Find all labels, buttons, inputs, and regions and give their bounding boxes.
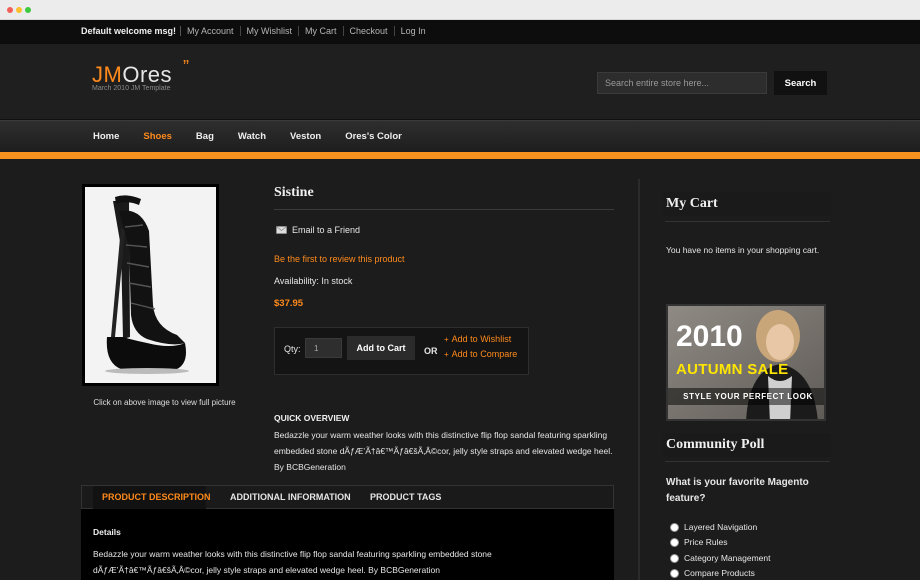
- cart-heading-rule: [665, 221, 830, 222]
- nav-item-ores-color[interactable]: Ores's Color: [345, 131, 402, 142]
- logo-quote-mark: ”: [183, 57, 189, 77]
- nav-item-shoes[interactable]: Shoes: [143, 131, 172, 142]
- checkout-link[interactable]: Checkout: [342, 26, 394, 36]
- poll-option-label: Layered Navigation: [684, 522, 758, 532]
- cart-empty-message: You have no items in your shopping cart.: [666, 245, 820, 255]
- review-link[interactable]: Be the first to review this product: [274, 254, 405, 264]
- my-wishlist-link[interactable]: My Wishlist: [239, 26, 299, 36]
- high-heel-shoe-image: [85, 187, 216, 383]
- search-input[interactable]: [597, 72, 767, 94]
- search-button[interactable]: Search: [774, 71, 827, 95]
- poll-option-layered-navigation[interactable]: Layered Navigation: [670, 522, 757, 532]
- radio-button[interactable]: [670, 568, 679, 578]
- main-content: Click on above image to view full pictur…: [0, 159, 920, 580]
- account-links: My Account My Wishlist My Cart Checkout …: [180, 26, 432, 36]
- quick-overview-heading: QUICK OVERVIEW: [274, 413, 350, 423]
- poll-option-price-rules[interactable]: Price Rules: [670, 537, 727, 547]
- details-heading: Details: [93, 527, 121, 537]
- add-to-cart-box: Qty: Add to Cart OR + Add to Wishlist + …: [274, 327, 529, 375]
- poll-option-label: Category Management: [684, 553, 771, 563]
- community-poll-heading: Community Poll: [666, 437, 765, 452]
- or-label: OR: [424, 346, 438, 356]
- add-to-compare-link[interactable]: + Add to Compare: [444, 349, 517, 359]
- poll-option-label: Price Rules: [684, 537, 728, 547]
- product-price: $37.95: [274, 298, 304, 309]
- qty-label: Qty:: [284, 344, 301, 354]
- logo-jm: JM: [92, 62, 123, 87]
- top-links-bar: Default welcome msg! My Account My Wishl…: [0, 20, 920, 44]
- email-to-friend-link[interactable]: Email to a Friend: [276, 225, 360, 235]
- quick-overview-text: Bedazzle your warm weather looks with th…: [274, 430, 613, 473]
- main-navigation: Home Shoes Bag Watch Veston Ores's Color: [0, 120, 920, 152]
- promo-year: 2010: [676, 320, 743, 353]
- logo-ores: Ores: [122, 62, 173, 87]
- poll-option-category-management[interactable]: Category Management: [670, 553, 770, 563]
- title-divider: [274, 209, 614, 210]
- log-in-link[interactable]: Log In: [393, 26, 432, 36]
- nav-menu: Home Shoes Bag Watch Veston Ores's Color: [93, 131, 426, 142]
- tab-product-description[interactable]: PRODUCT DESCRIPTION: [102, 492, 211, 502]
- tab-additional-information[interactable]: ADDITIONAL INFORMATION: [230, 492, 351, 502]
- my-account-link[interactable]: My Account: [180, 26, 240, 36]
- window-minimize-dot[interactable]: [16, 7, 22, 13]
- autumn-sale-banner[interactable]: 2010 AUTUMN SALE STYLE YOUR PERFECT LOOK: [666, 304, 826, 421]
- logo-tagline: March 2010 JM Template: [92, 85, 171, 92]
- poll-question: What is your favorite Magento feature?: [666, 477, 809, 504]
- poll-option-label: Compare Products: [684, 568, 755, 578]
- qty-input[interactable]: [305, 338, 342, 358]
- product-title: Sistine: [274, 185, 314, 200]
- add-to-cart-button[interactable]: Add to Cart: [347, 336, 415, 360]
- welcome-message: Default welcome msg!: [81, 26, 177, 36]
- radio-button[interactable]: [670, 537, 679, 547]
- nav-item-veston[interactable]: Veston: [290, 131, 321, 142]
- product-image[interactable]: [82, 184, 219, 386]
- details-text: Bedazzle your warm weather looks with th…: [93, 549, 492, 575]
- promo-tagline: STYLE YOUR PERFECT LOOK: [668, 388, 824, 405]
- tab-product-tags[interactable]: PRODUCT TAGS: [370, 492, 441, 502]
- product-tabs: PRODUCT DESCRIPTION ADDITIONAL INFORMATI…: [81, 485, 614, 510]
- envelope-icon: [276, 226, 287, 234]
- nav-item-bag[interactable]: Bag: [196, 131, 214, 142]
- promo-sale-title: AUTUMN SALE: [676, 361, 789, 378]
- availability-status: Availability: In stock: [274, 276, 353, 286]
- nav-item-home[interactable]: Home: [93, 131, 119, 142]
- tab-panel-description: Details Bedazzle your warm weather looks…: [81, 509, 614, 580]
- add-to-wishlist-label: Add to Wishlist: [451, 334, 512, 344]
- radio-button[interactable]: [670, 522, 679, 532]
- plus-icon: +: [444, 349, 449, 359]
- nav-item-watch[interactable]: Watch: [238, 131, 266, 142]
- plus-icon: +: [444, 334, 449, 344]
- window-close-dot[interactable]: [7, 7, 13, 13]
- add-to-wishlist-link[interactable]: + Add to Wishlist: [444, 334, 511, 344]
- site-header: JMOres ” March 2010 JM Template Search: [0, 44, 920, 120]
- store-page: Default welcome msg! My Account My Wishl…: [0, 20, 920, 580]
- my-cart-link[interactable]: My Cart: [298, 26, 343, 36]
- sidebar-divider: [638, 179, 640, 580]
- my-cart-heading: My Cart: [666, 196, 718, 211]
- window-maximize-dot[interactable]: [25, 7, 31, 13]
- image-caption: Click on above image to view full pictur…: [93, 398, 236, 407]
- poll-heading-rule: [665, 461, 830, 462]
- add-to-compare-label: Add to Compare: [451, 349, 518, 359]
- radio-button[interactable]: [670, 553, 679, 563]
- poll-option-compare-products[interactable]: Compare Products: [670, 568, 755, 578]
- nav-accent-rule: [0, 152, 920, 159]
- email-to-friend-label: Email to a Friend: [292, 225, 361, 235]
- browser-title-bar: [0, 0, 920, 20]
